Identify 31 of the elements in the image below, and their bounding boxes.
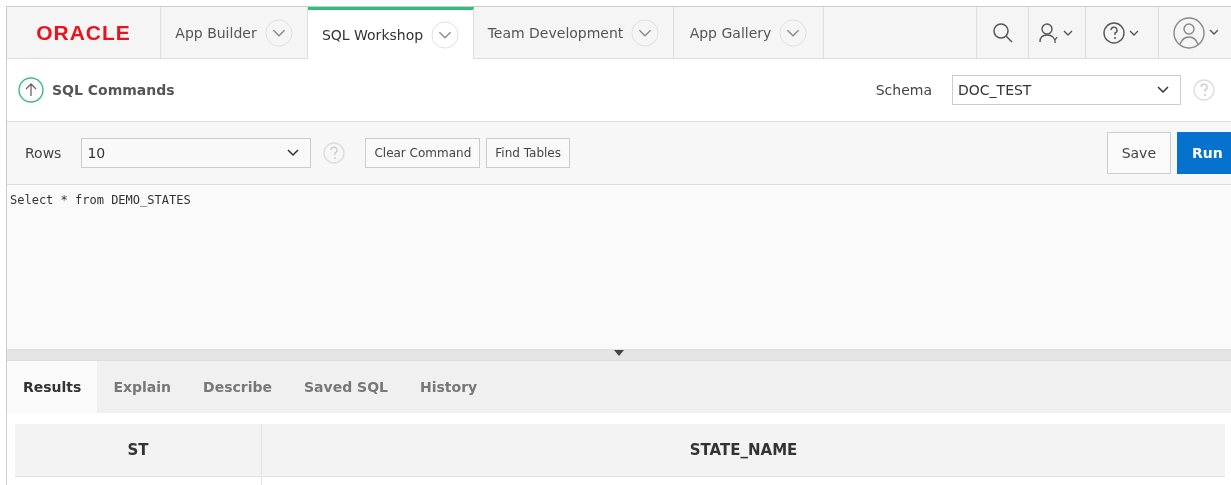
chevron-down-icon (431, 20, 460, 49)
schema-select[interactable]: DOC_TEST (952, 75, 1181, 105)
result-tab[interactable]: Saved SQL (288, 361, 404, 413)
column-header[interactable]: STATE_NAME (262, 424, 1225, 476)
chevron-down-icon (264, 18, 293, 47)
toolbar-button[interactable]: Find Tables (486, 138, 570, 168)
triangle-down-icon (614, 350, 624, 356)
schema-label: Schema (875, 82, 932, 98)
save-button[interactable]: Save (1106, 132, 1171, 174)
column-header[interactable]: ST (15, 424, 262, 476)
result-tab[interactable]: Explain (97, 361, 188, 413)
run-button[interactable]: Run (1177, 132, 1231, 174)
search-icon[interactable] (991, 21, 1014, 44)
result-tab[interactable]: History (403, 361, 494, 413)
result-tab[interactable]: Results (7, 361, 98, 413)
nav-tab[interactable]: App Gallery (674, 7, 824, 58)
chevron-down-icon (1156, 85, 1170, 95)
chevron-down-icon (286, 148, 301, 158)
nav-tab[interactable]: SQL Workshop (308, 7, 474, 59)
page-title: SQL Commands (52, 82, 175, 98)
help-icon[interactable] (1103, 20, 1141, 45)
result-tab[interactable]: Describe (187, 361, 288, 413)
toolbar-button[interactable]: Clear Command (365, 138, 481, 168)
nav-tab[interactable]: Team Development (474, 7, 674, 58)
rows-label: Rows (25, 145, 62, 161)
rows-select[interactable]: 10 (81, 138, 312, 168)
oracle-logo[interactable]: ORACLE (36, 20, 131, 45)
sql-editor[interactable]: Select * from DEMO_STATES (7, 185, 1231, 349)
avatar-icon[interactable] (1172, 15, 1218, 50)
chevron-down-icon (779, 18, 808, 47)
chevron-down-icon (631, 18, 660, 47)
